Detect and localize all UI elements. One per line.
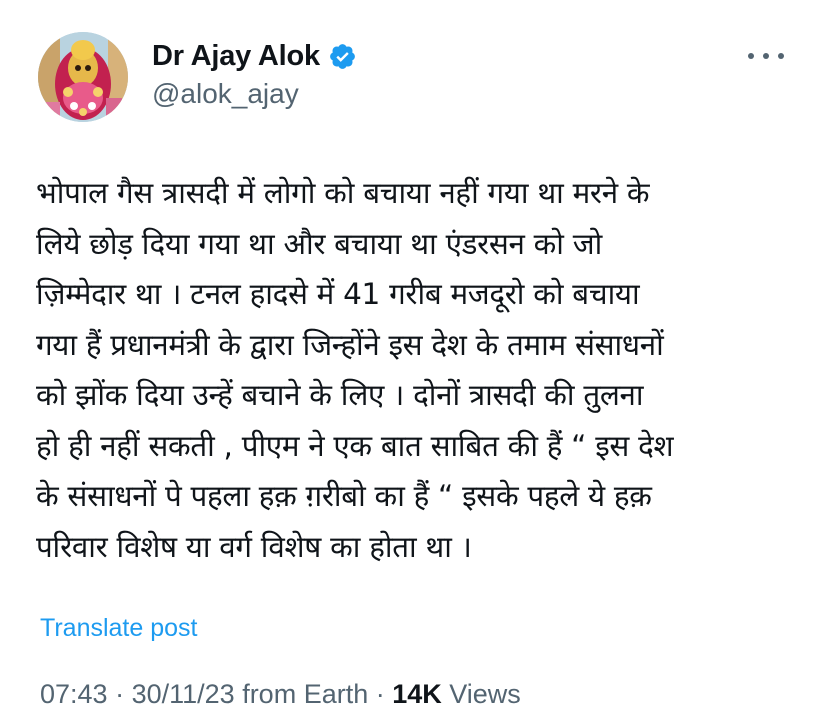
author-names: Dr Ajay Alok @alok_ajay xyxy=(152,36,357,110)
display-name-row: Dr Ajay Alok xyxy=(152,36,357,76)
more-dot xyxy=(748,53,754,59)
avatar-image xyxy=(38,32,128,122)
more-dot xyxy=(763,53,769,59)
post-header: Dr Ajay Alok @alok_ajay xyxy=(38,32,798,122)
views-label: Views xyxy=(441,679,521,709)
author-display-name[interactable]: Dr Ajay Alok xyxy=(152,40,320,73)
translate-post-link[interactable]: Translate post xyxy=(40,614,197,643)
meta-separator: · xyxy=(368,679,393,709)
post-time[interactable]: 07:43 xyxy=(40,679,108,709)
post-text: भोपाल गैस त्रासदी में लोगो को बचाया नहीं… xyxy=(36,176,674,564)
more-options-icon[interactable] xyxy=(748,46,784,66)
verified-badge-icon[interactable] xyxy=(328,42,357,71)
post-date[interactable]: 30/11/23 xyxy=(132,679,235,709)
views-count[interactable]: 14K xyxy=(392,679,442,709)
profile-avatar[interactable] xyxy=(38,32,128,122)
meta-separator: · xyxy=(107,679,132,709)
post-meta: 07:43 · 30/11/23 from Earth · 14K Views xyxy=(40,679,521,710)
author-handle[interactable]: @alok_ajay xyxy=(152,78,357,110)
post-source: from Earth xyxy=(234,679,369,709)
more-dot xyxy=(778,53,784,59)
